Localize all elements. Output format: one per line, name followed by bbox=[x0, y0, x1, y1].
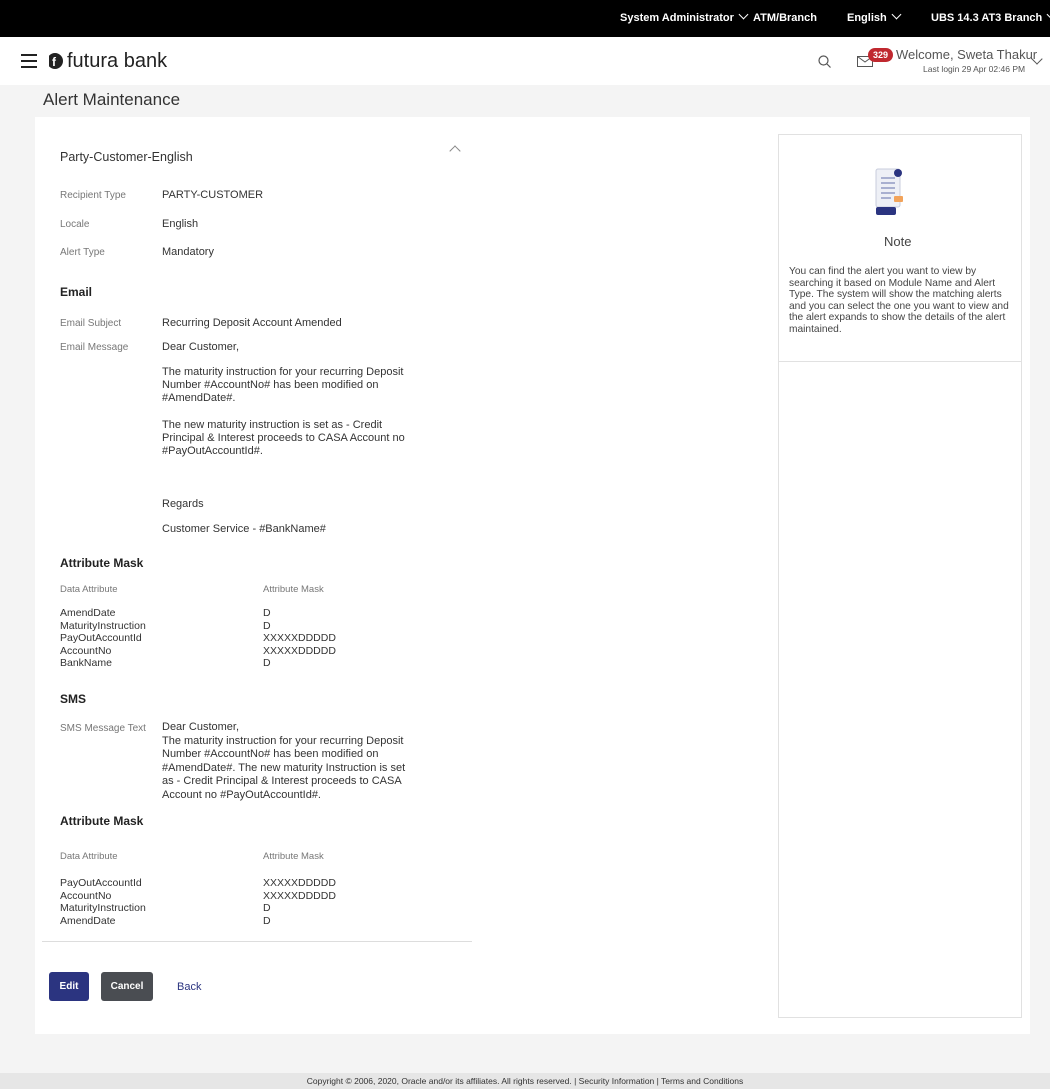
table-cell: D bbox=[263, 619, 271, 632]
email-message-line: The new maturity instruction is set as -… bbox=[162, 419, 405, 457]
alert-section-title: Party-Customer-English bbox=[60, 150, 193, 164]
sms-message-line: Account no #PayOutAccountId#. bbox=[162, 788, 321, 801]
divider bbox=[42, 941, 472, 942]
role-dropdown[interactable]: System Administrator bbox=[620, 9, 749, 24]
note-title: Note bbox=[884, 234, 912, 249]
sms-mask-values: XXXXXDDDDD XXXXXDDDDD D D bbox=[263, 877, 336, 927]
table-row: AccountNo bbox=[60, 644, 112, 657]
table-cell: D bbox=[263, 607, 271, 619]
top-bar: System Administrator ATM/Branch English … bbox=[0, 0, 1050, 37]
email-message-line: Customer Service - #BankName# bbox=[162, 523, 326, 535]
sms-message-line: The maturity instruction for your recurr… bbox=[162, 734, 404, 747]
atm-branch-link[interactable]: ATM/Branch bbox=[753, 12, 817, 24]
bank-logo-icon: f bbox=[46, 52, 63, 70]
sms-heading: SMS bbox=[60, 692, 87, 706]
branch-label: UBS 14.3 AT3 Branch bbox=[931, 12, 1043, 24]
table-cell: XXXXXDDDDD bbox=[263, 644, 336, 657]
email-message-line: The maturity instruction for your recurr… bbox=[162, 366, 404, 404]
data-attribute-column-header: Data Attribute bbox=[60, 851, 118, 862]
recipient-type-label: Recipient Type bbox=[60, 190, 126, 201]
table-cell: D bbox=[263, 657, 271, 669]
search-icon[interactable] bbox=[818, 55, 831, 68]
locale-value: English bbox=[162, 218, 199, 230]
table-cell: XXXXXDDDDD bbox=[263, 889, 336, 902]
sms-message-line: Number #AccountNo# has been modified on bbox=[162, 748, 379, 760]
email-mask-attributes: AmendDate MaturityInstruction PayOutAcco… bbox=[60, 607, 146, 670]
table-cell: XXXXXDDDDD bbox=[263, 632, 336, 644]
chevron-down-icon bbox=[738, 9, 749, 20]
data-attribute-column-header: Data Attribute bbox=[60, 584, 118, 595]
email-message-line: Regards bbox=[162, 498, 204, 510]
role-label: System Administrator bbox=[620, 12, 734, 24]
branch-dropdown[interactable]: UBS 14.3 AT3 Branch bbox=[931, 9, 1050, 24]
sms-message-line: #AmendDate#. The new maturity Instructio… bbox=[162, 761, 406, 774]
language-dropdown[interactable]: English bbox=[847, 9, 902, 24]
page-title: Alert Maintenance bbox=[43, 90, 181, 109]
email-mask-values: D D XXXXXDDDDD XXXXXDDDDD D bbox=[263, 607, 336, 670]
edit-button[interactable]: Edit bbox=[49, 972, 89, 1001]
table-cell: XXXXXDDDDD bbox=[263, 877, 336, 889]
language-label: English bbox=[847, 12, 887, 24]
sms-mask-attributes: PayOutAccountId AccountNo MaturityInstru… bbox=[60, 877, 146, 927]
table-row: MaturityInstruction bbox=[60, 619, 146, 632]
alert-type-label: Alert Type bbox=[60, 247, 105, 258]
table-row: BankName bbox=[60, 657, 112, 669]
email-heading: Email bbox=[60, 285, 93, 299]
email-attribute-mask-heading: Attribute Mask bbox=[60, 556, 144, 570]
email-subject-value: Recurring Deposit Account Amended bbox=[162, 317, 342, 329]
cancel-button[interactable]: Cancel bbox=[101, 972, 153, 1001]
table-row: AccountNo bbox=[60, 889, 112, 902]
brand-name: futura bank bbox=[67, 50, 168, 72]
welcome-user[interactable]: Welcome, Sweta Thakur bbox=[896, 47, 1037, 62]
sms-attribute-mask-heading: Attribute Mask bbox=[60, 814, 144, 828]
email-message-label: Email Message bbox=[60, 342, 129, 353]
table-cell: D bbox=[263, 914, 271, 927]
note-text: You can find the alert you want to view … bbox=[789, 266, 1009, 335]
last-login: Last login 29 Apr 02:46 PM bbox=[923, 64, 1026, 74]
app-header: f futura bank 329 Welcome, Sweta Thakur … bbox=[0, 37, 1050, 85]
table-row: PayOutAccountId bbox=[60, 632, 142, 644]
recipient-type-value: PARTY-CUSTOMER bbox=[162, 189, 264, 201]
sms-message-line: Dear Customer, bbox=[162, 721, 240, 733]
table-row: PayOutAccountId bbox=[60, 877, 142, 889]
email-subject-label: Email Subject bbox=[60, 318, 122, 329]
mail-count-badge: 329 bbox=[868, 48, 894, 62]
table-row: AmendDate bbox=[60, 914, 116, 927]
note-document-icon bbox=[875, 168, 903, 215]
sms-message-line: as - Credit Principal & Interest proceed… bbox=[162, 775, 402, 787]
footer: Copyright © 2006, 2020, Oracle and/or it… bbox=[0, 1073, 1050, 1089]
attribute-mask-column-header: Attribute Mask bbox=[263, 851, 324, 862]
email-message-line: Dear Customer, bbox=[162, 341, 240, 353]
table-cell: D bbox=[263, 902, 271, 914]
table-row: AmendDate bbox=[60, 607, 116, 619]
alert-type-value: Mandatory bbox=[162, 246, 214, 258]
divider bbox=[779, 361, 1021, 362]
attribute-mask-column-header: Attribute Mask bbox=[263, 584, 324, 595]
sms-message-value: Dear Customer, The maturity instruction … bbox=[162, 721, 405, 802]
table-row: MaturityInstruction bbox=[60, 902, 146, 914]
chevron-down-icon bbox=[891, 9, 902, 20]
menu-icon[interactable] bbox=[21, 54, 37, 68]
back-link[interactable]: Back bbox=[177, 981, 201, 993]
sms-message-label: SMS Message Text bbox=[60, 723, 146, 734]
locale-label: Locale bbox=[60, 219, 90, 230]
